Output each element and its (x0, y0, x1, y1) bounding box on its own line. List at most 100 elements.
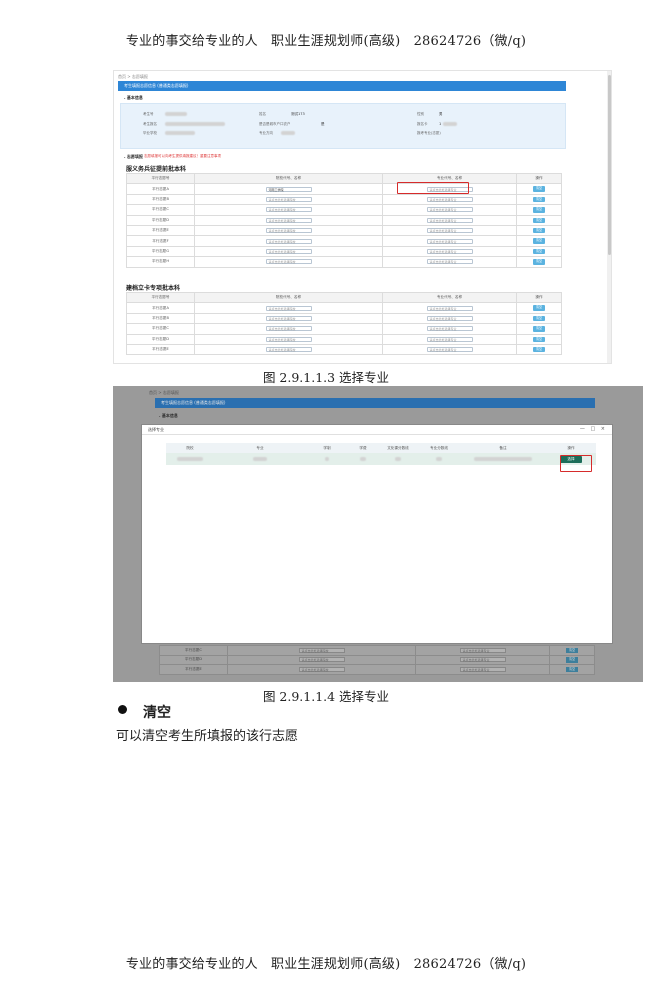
background-volunteer-table: 平行志愿C 请点击此处选择院校 请点击此处选择专业 清空 平行志愿D 请点击此处选择院校请… (159, 645, 595, 675)
fill-title: . 志愿填报 (124, 154, 143, 159)
group2-table: 平行志愿号 院校代号、名称 专业代号、名称 操作 平行志愿A 请点击此处选择院校请… (126, 291, 562, 356)
table-row: 平行志愿C 请点击此处选择院校 请点击此处选择专业 清空 (126, 323, 562, 335)
major-input[interactable]: 请点击此处选择专业 (426, 336, 473, 342)
clear-button[interactable]: 清空 (533, 346, 545, 353)
major-input[interactable]: 请点击此处选择专业 (459, 666, 506, 672)
major-input[interactable]: 请点击此处选择专业 (426, 228, 473, 234)
school-input[interactable]: 请点击此处选择院校 (265, 196, 312, 202)
clear-button[interactable]: 清空 (533, 305, 545, 311)
clear-button[interactable]: 清空 (533, 259, 545, 265)
clear-button[interactable]: 清空 (533, 227, 545, 234)
row-label: 平行志愿E (126, 343, 195, 356)
bullet-title: 清空 (143, 705, 171, 721)
major-input[interactable]: 请点击此处选择专业 (459, 657, 506, 663)
table-row: 平行志愿C 请点击此处选择院校 请点击此处选择专业 清空 (159, 645, 595, 656)
clear-button[interactable]: 清空 (533, 315, 545, 322)
major-input[interactable]: 请点击此处选择专业 (426, 315, 473, 321)
major-input[interactable]: 请点击此处选择专业 (426, 305, 473, 311)
col-header: 备注 (460, 443, 546, 453)
table-row: 平行志愿A 河南工学院 请点击此处选择专业 清空 (126, 183, 562, 195)
school-input[interactable]: 请点击此处选择院校 (298, 657, 345, 663)
col-header: 操作 (546, 443, 596, 453)
table-row: 平行志愿E 请点击此处选择院校 请点击此处选择专业 清空 (126, 224, 562, 237)
major-input[interactable]: 请点击此处选择专业 (426, 248, 473, 254)
page-header: 专业的事交给专业的人 职业生涯规划师(高级) 28624726（微/q) (125, 34, 527, 49)
row-label: 平行志愿D (126, 214, 195, 226)
school-input[interactable]: 请点击此处选择院校 (265, 207, 312, 213)
col-header: 专业代号、名称 (382, 291, 517, 304)
basic-info-title: . 基本信息 (159, 413, 178, 418)
grad-school-label: 毕业学校 (143, 131, 157, 135)
row-label: 平行志愿D (126, 333, 195, 345)
table-row: 平行志愿D 请点击此处选择院校 请点击此处选择专业 清空 (159, 654, 595, 665)
school-input[interactable]: 请点击此处选择院校 (265, 248, 312, 254)
col-header: 操作 (516, 291, 562, 304)
score-value: 1 (439, 122, 442, 126)
school-input[interactable]: 请点击此处选择院校 (265, 238, 312, 244)
col-header: 平行志愿号 (126, 172, 195, 185)
score-label: 报名卡 (417, 122, 428, 126)
school-input[interactable]: 河南工学院 (265, 186, 312, 192)
clear-button[interactable]: 清空 (533, 196, 545, 203)
major-input[interactable]: 请点击此处选择专业 (426, 259, 473, 265)
window-controls[interactable]: — □ × (580, 426, 607, 432)
score-blurred (443, 122, 457, 126)
col-header: 专业 (214, 443, 306, 453)
major-input[interactable]: 请点击此处选择专业 (426, 196, 473, 202)
clear-button[interactable]: 清空 (533, 217, 545, 223)
col-header: 院校代号、名称 (194, 291, 383, 304)
school-input[interactable]: 请点击此处选择院校 (265, 228, 312, 234)
group1-title: 服义务兵征提前批本科 (126, 166, 187, 173)
culture-score-blurred (395, 456, 401, 461)
row-label: 平行志愿A (126, 302, 195, 314)
bullet-dot-icon (118, 705, 127, 714)
table-row: 平行志愿B 请点击此处选择院校 请点击此处选择专业 清空 (126, 193, 562, 206)
major-direction-blurred (281, 131, 295, 135)
row-label: 平行志愿E (126, 224, 195, 237)
major-input[interactable]: 请点击此处选择专业 (426, 238, 473, 244)
major-input[interactable]: 请点击此处选择专业 (426, 347, 473, 353)
col-header: 文化课分数线 (378, 443, 418, 453)
scrollbar-thumb[interactable] (607, 75, 611, 255)
clear-button[interactable]: 清空 (533, 186, 545, 192)
row-label: 平行志愿C (126, 323, 195, 335)
clear-button[interactable]: 清空 (533, 336, 545, 342)
clear-button[interactable]: 清空 (533, 326, 545, 332)
school-input[interactable]: 请点击此处选择院校 (265, 326, 312, 332)
school-input[interactable]: 请点击此处选择院校 (298, 647, 345, 653)
row-label: 平行志愿H (126, 256, 195, 268)
page-footer: 专业的事交给专业的人 职业生涯规划师(高级) 28624726（微/q) (125, 957, 527, 972)
row-label: 平行志愿F (126, 235, 195, 247)
school-input[interactable]: 请点击此处选择院校 (265, 217, 312, 223)
school-input[interactable]: 请点击此处选择院校 (265, 315, 312, 321)
table-row: 平行志愿G 请点击此处选择院校 请点击此处选择专业 清空 (126, 245, 562, 258)
table-row[interactable]: 选择 (166, 453, 596, 465)
major-input[interactable]: 请点击此处选择专业 (459, 647, 506, 653)
major-input[interactable]: 请点击此处选择专业 (426, 326, 473, 332)
warning-text: 志愿填报可以向考生提供填报建议！重要注意事项 (144, 154, 221, 158)
major-input[interactable]: 请点击此处选择专业 (426, 217, 473, 223)
table-row: 平行志愿D 请点击此处选择院校 请点击此处选择专业 清空 (126, 333, 562, 345)
figure1-caption: 图 2.9.1.1.3 选择专业 (262, 370, 390, 385)
clear-button[interactable]: 清空 (533, 248, 545, 255)
clear-button[interactable]: 清空 (566, 647, 578, 653)
clear-button[interactable]: 清空 (566, 666, 578, 672)
major-input[interactable]: 请点击此处选择专业 (426, 207, 473, 213)
row-label: 平行志愿G (126, 245, 195, 258)
screenshot-volunteer-form: 首页 > 志愿填报 考生填报志愿信息 (普通类志愿填报) . 基本信息 考生号 … (113, 70, 612, 364)
school-input[interactable]: 请点击此处选择院校 (265, 347, 312, 353)
school-input[interactable]: 请点击此处选择院校 (265, 305, 312, 311)
clear-button[interactable]: 清空 (566, 657, 578, 663)
school-input[interactable]: 请点击此处选择院校 (265, 336, 312, 342)
clear-button[interactable]: 清空 (533, 207, 545, 213)
row-label: 平行志愿E (159, 664, 228, 675)
school-input[interactable]: 请点击此处选择院校 (298, 666, 345, 672)
major-options-table: 院校 专业 学制 学费 文化课分数线 专业分数线 备注 操作 选择 (166, 443, 596, 465)
clear-button[interactable]: 清空 (533, 238, 545, 244)
candidate-no-label: 考生报名 (143, 122, 157, 126)
school-input[interactable]: 请点击此处选择院校 (265, 259, 312, 265)
major-score-blurred (436, 456, 442, 461)
modal-header-divider (142, 434, 612, 435)
table-row: 平行志愿H 请点击此处选择院校 请点击此处选择专业 清空 (126, 256, 562, 268)
group1-table: 平行志愿号 院校代号、名称 专业代号、名称 操作 平行志愿A 河南工学院 请点击此处… (126, 172, 562, 268)
